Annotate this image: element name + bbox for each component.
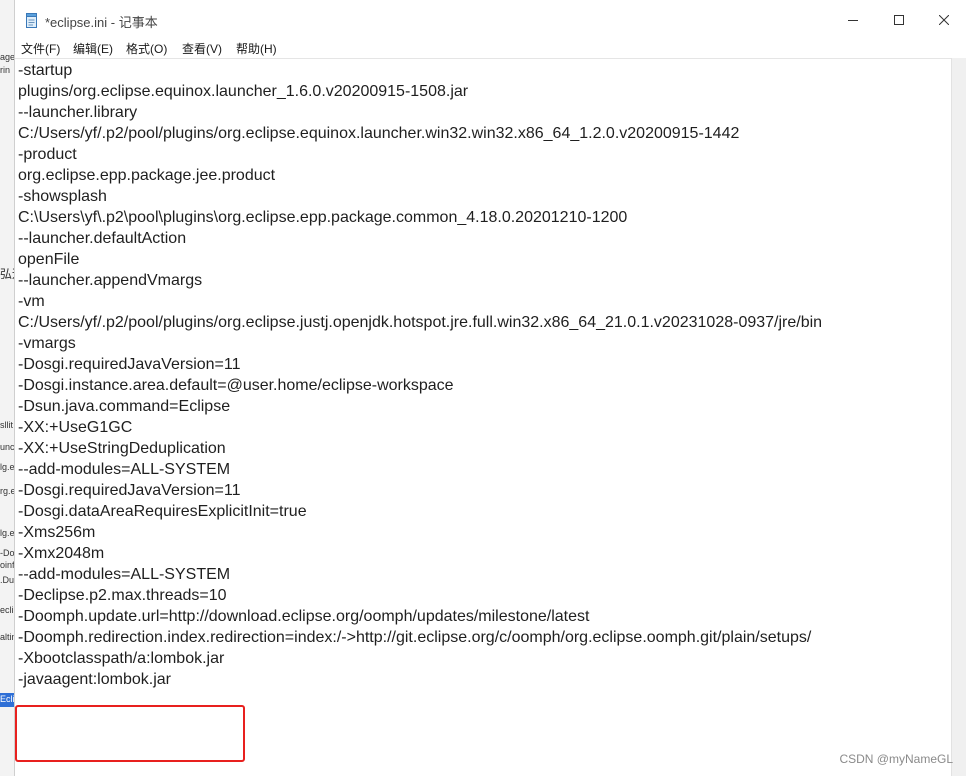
text-line: C:/Users/yf/.p2/pool/plugins/org.eclipse… (18, 314, 823, 331)
text-line: -showsplash (18, 188, 107, 205)
text-line: -Dosgi.instance.area.default=@user.home/… (18, 377, 454, 394)
text-line: org.eclipse.epp.package.jee.product (18, 167, 276, 184)
window-title: *eclipse.ini - 记事本 (45, 15, 158, 30)
text-line: --add-modules=ALL-SYSTEM (18, 566, 231, 583)
red-annotation-box (15, 705, 245, 762)
text-line: -product (18, 146, 77, 163)
minimize-button[interactable] (830, 0, 876, 40)
text-line: -Xmx2048m (18, 545, 105, 562)
text-line: -Dosgi.requiredJavaVersion=11 (18, 482, 241, 499)
minimize-icon (848, 20, 858, 21)
text-line: -Doomph.redirection.index.redirection=in… (18, 629, 812, 646)
text-line: --launcher.library (18, 104, 138, 121)
menu-help[interactable]: 帮助(H) (236, 40, 277, 57)
backdrop-text: eclip (0, 605, 14, 615)
backdrop-text: .Duse (0, 575, 15, 585)
backdrop-text: lg.ed (0, 462, 15, 472)
text-line: -vm (18, 293, 45, 310)
vertical-scrollbar[interactable] (951, 58, 966, 776)
text-line: plugins/org.eclipse.equinox.launcher_1.6… (18, 83, 469, 100)
maximize-button[interactable] (876, 0, 922, 40)
text-line: -Declipse.p2.max.threads=10 (18, 587, 227, 604)
close-button[interactable] (921, 0, 966, 40)
text-line: C:/Users/yf/.p2/pool/plugins/org.eclipse… (18, 125, 740, 142)
backdrop-text: Eclip (0, 694, 14, 704)
backdrop-text: altini (0, 632, 14, 642)
menu-format[interactable]: 格式(O) (126, 40, 167, 57)
text-line-highlighted: -Xbootclasspath/a:lombok.jar (18, 650, 225, 667)
text-line: -Xms256m (18, 524, 96, 541)
text-line: -Dosgi.requiredJavaVersion=11 (18, 356, 241, 373)
backdrop-text: 弘运 (0, 267, 14, 281)
text-line: -Dosgi.dataAreaRequiresExplicitInit=true (18, 503, 307, 520)
menu-file[interactable]: 文件(F) (21, 40, 60, 57)
text-line-highlighted: -javaagent:lombok.jar (18, 671, 171, 688)
text-line: -XX:+UseG1GC (18, 419, 133, 436)
text-content: -startup plugins/org.eclipse.equinox.lau… (18, 60, 822, 690)
backdrop-text: oinfb (0, 560, 14, 570)
text-line: C:\Users\yf\.p2\pool\plugins\org.eclipse… (18, 209, 628, 226)
notepad-window: *eclipse.ini - 记事本 文件(F) 编辑(E) 格式(O) 查看(… (14, 0, 966, 777)
text-line: --launcher.defaultAction (18, 230, 187, 247)
text-line: openFile (18, 251, 80, 268)
menu-edit[interactable]: 编辑(E) (73, 40, 113, 57)
text-line: -vmargs (18, 335, 76, 352)
backdrop-text: lg.ec (0, 528, 15, 538)
text-line: -XX:+UseStringDeduplication (18, 440, 226, 457)
backdrop-text: age (0, 52, 15, 62)
maximize-icon (894, 15, 904, 25)
background-window: age rin 弘运 sllit unche lg.ed rg.ec lg.ec… (0, 0, 15, 776)
text-line: -startup (18, 62, 73, 79)
backdrop-text: rg.ec (0, 486, 14, 496)
menu-view[interactable]: 查看(V) (182, 40, 222, 57)
menu-bar: 文件(F) 编辑(E) 格式(O) 查看(V) 帮助(H) (15, 38, 966, 58)
backdrop-text: -Dosg (0, 548, 15, 558)
text-line: -Dsun.java.command=Eclipse (18, 398, 231, 415)
watermark: CSDN @myNameGL (839, 752, 953, 766)
text-line: --launcher.appendVmargs (18, 272, 203, 289)
notepad-icon (26, 13, 37, 28)
text-line: -Doomph.update.url=http://download.eclip… (18, 608, 590, 625)
text-editor[interactable]: -startup plugins/org.eclipse.equinox.lau… (15, 58, 951, 777)
backdrop-text: sllit (0, 420, 13, 430)
backdrop-text: rin (0, 65, 11, 75)
title-bar[interactable]: *eclipse.ini - 记事本 (15, 0, 966, 40)
close-icon (939, 15, 949, 25)
backdrop-text: unche (0, 442, 15, 452)
text-line: --add-modules=ALL-SYSTEM (18, 461, 231, 478)
